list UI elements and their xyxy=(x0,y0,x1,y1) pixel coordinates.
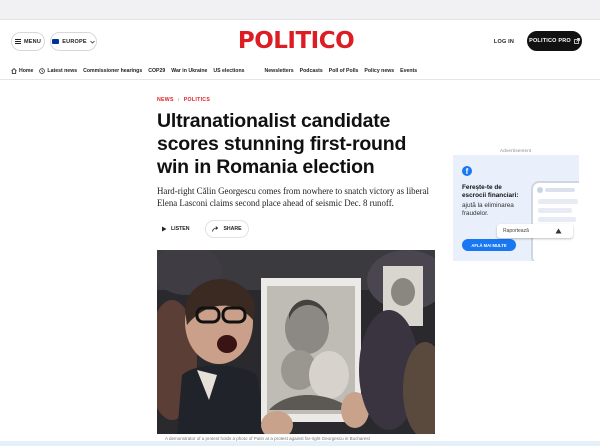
nav-item-home[interactable]: Home xyxy=(11,68,33,74)
share-label: SHARE xyxy=(223,226,242,232)
nav-item-policy-news[interactable]: Policy news xyxy=(364,68,394,74)
browser-chrome-bar xyxy=(0,0,600,20)
bottom-banner-strip xyxy=(0,441,600,446)
phone-screen-icon xyxy=(537,187,578,234)
ad-phone-illustration xyxy=(531,181,579,261)
nav-item-us-elections[interactable]: US elections xyxy=(213,68,244,74)
pro-label: POLITICO PRO xyxy=(529,38,571,44)
nav-item-latest-news[interactable]: Latest news xyxy=(39,68,77,74)
hamburger-icon xyxy=(15,39,21,44)
article-header: NEWS › POLITICS Ultranationalist candida… xyxy=(157,96,447,238)
nav-item-poll-of-polls[interactable]: Poll of Polls xyxy=(329,68,359,74)
facebook-logo-icon: f xyxy=(462,166,472,176)
site-header: MENU EUROPE POLITICO LOG IN POLITICO PRO xyxy=(0,20,600,62)
warning-icon xyxy=(555,228,562,234)
nav-item-newsletters[interactable]: Newsletters xyxy=(265,68,294,74)
listen-button[interactable]: LISTEN xyxy=(157,220,196,238)
article-standfirst: Hard-right Călin Georgescu comes from no… xyxy=(157,186,429,208)
nav-item-commissioner-hearings[interactable]: Commissioner hearings xyxy=(83,68,142,74)
nav-item-events[interactable]: Events xyxy=(400,68,417,74)
nav-item-war-in-ukraine[interactable]: War in Ukraine xyxy=(171,68,207,74)
nav-item-cop29[interactable]: COP29 xyxy=(148,68,165,74)
menu-button[interactable]: MENU xyxy=(11,32,45,51)
primary-nav: Home Latest news Commissioner hearings C… xyxy=(0,64,600,77)
article-headline: Ultranationalist candidate scores stunni… xyxy=(157,110,407,178)
ad-body: ajută la eliminarea fraudelor. xyxy=(462,202,514,217)
advertisement-banner[interactable]: f Ferește-te de escrocii financiari: aju… xyxy=(453,155,579,261)
login-button[interactable]: LOG IN xyxy=(485,32,523,51)
share-icon xyxy=(212,226,219,232)
nav-item-podcasts[interactable]: Podcasts xyxy=(300,68,323,74)
kicker-politics-link[interactable]: POLITICS xyxy=(184,97,210,103)
article-actions: LISTEN SHARE xyxy=(157,220,447,238)
listen-label: LISTEN xyxy=(171,226,190,232)
header-divider xyxy=(0,79,600,80)
ad-report-popup[interactable]: Raportează xyxy=(497,224,573,238)
chevron-down-icon xyxy=(89,40,95,44)
nav-item-label: Latest news xyxy=(47,67,78,74)
advertisement-label: Advertisement xyxy=(500,148,532,153)
politico-pro-button[interactable]: POLITICO PRO xyxy=(527,31,582,51)
ad-cta-button[interactable]: AFLĂ MAI MULTE xyxy=(462,239,516,251)
ad-title: Ferește-te de escrocii financiari: xyxy=(462,184,519,199)
share-button[interactable]: SHARE xyxy=(205,220,249,238)
protest-photo-illustration xyxy=(157,250,435,434)
report-label: Raportează xyxy=(503,228,529,234)
breadcrumb: NEWS › POLITICS xyxy=(157,96,447,104)
play-icon xyxy=(162,226,167,232)
edition-label: EUROPE xyxy=(62,38,87,45)
edition-selector[interactable]: EUROPE xyxy=(50,32,97,51)
nav-item-label: Home xyxy=(19,67,34,74)
kicker-news-link[interactable]: NEWS xyxy=(157,97,174,103)
eu-flag-icon xyxy=(52,39,60,44)
politico-logo[interactable]: POLITICO xyxy=(238,27,355,55)
hero-photo xyxy=(157,250,435,434)
external-link-icon xyxy=(574,38,580,44)
breadcrumb-separator: › xyxy=(177,97,180,103)
home-icon xyxy=(11,67,17,74)
menu-label: MENU xyxy=(24,38,41,45)
clock-icon xyxy=(39,67,46,74)
